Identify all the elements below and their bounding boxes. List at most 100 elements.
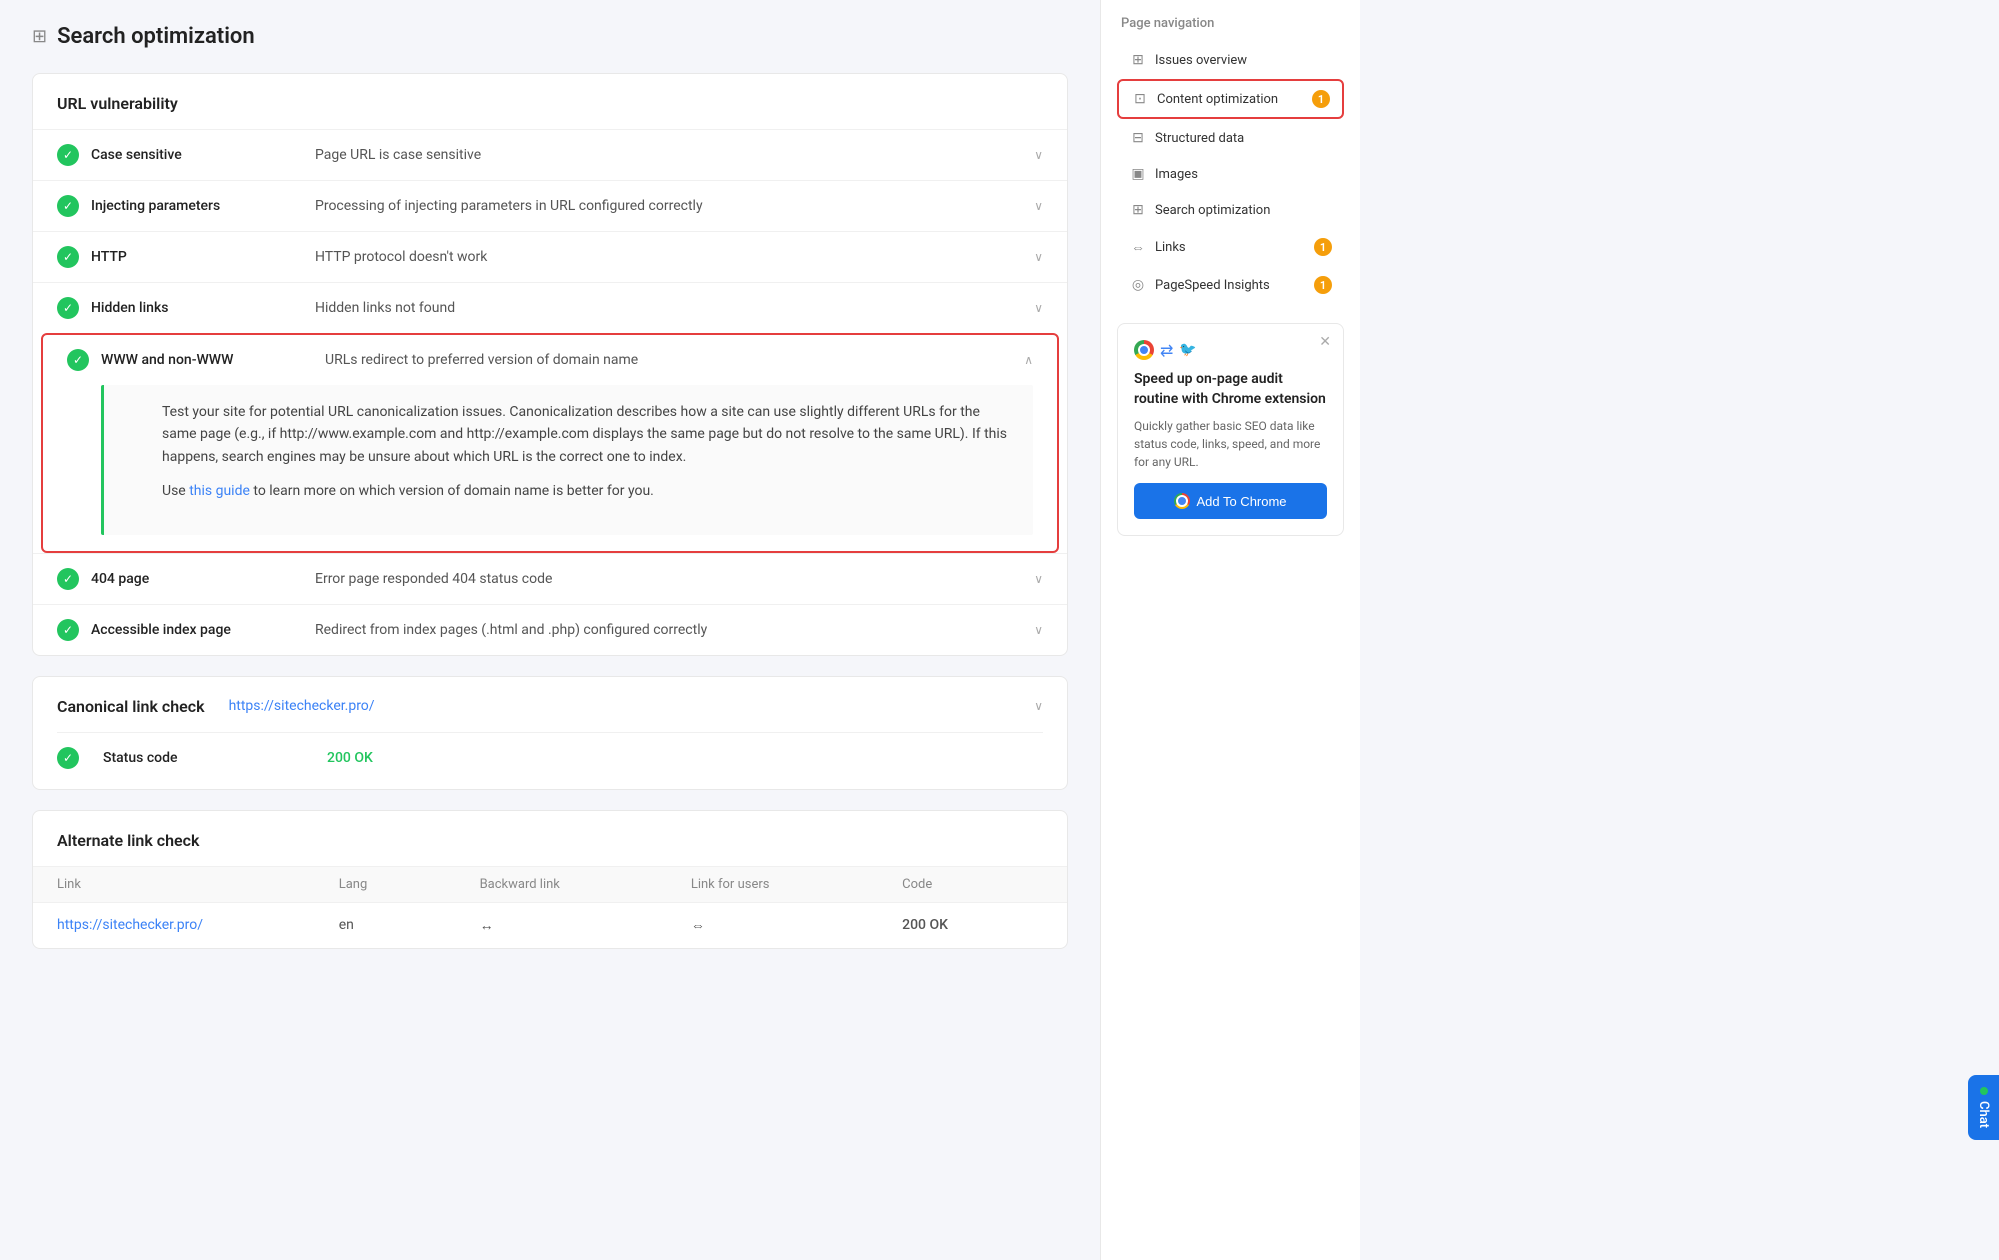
expanded-www-row: ✓ WWW and non-WWW URLs redirect to prefe… — [41, 333, 1059, 553]
nav-label-content-optimization: Content optimization — [1157, 92, 1304, 107]
check-row-accessible-index[interactable]: ✓ Accessible index page Redirect from in… — [33, 604, 1067, 655]
canonical-header: Canonical link check https://sitechecker… — [57, 697, 1043, 716]
col-backward: Backward link — [480, 877, 691, 892]
check-label-accessible-index: Accessible index page — [91, 622, 291, 638]
check-desc-hidden-links: Hidden links not found — [315, 300, 1018, 316]
expanded-content-www: Test your site for potential URL canonic… — [101, 385, 1033, 535]
check-row-hidden-links[interactable]: ✓ Hidden links Hidden links not found ∨ — [33, 282, 1067, 333]
col-code: Code — [902, 877, 1043, 892]
chevron-hidden-links: ∨ — [1018, 301, 1043, 315]
nav-label-pagespeed: PageSpeed Insights — [1155, 278, 1306, 293]
table-row: https://sitechecker.pro/ en ↔ ⇔ 200 OK — [33, 902, 1067, 948]
bird-icon: 🐦 — [1179, 342, 1196, 358]
check-row-injecting[interactable]: ✓ Injecting parameters Processing of inj… — [33, 180, 1067, 231]
check-icon-status-code: ✓ — [57, 747, 79, 769]
content-optimization-badge: 1 — [1312, 90, 1330, 108]
check-icon-case-sensitive: ✓ — [57, 144, 79, 166]
chat-online-dot — [1980, 1087, 1988, 1095]
check-desc-accessible-index: Redirect from index pages (.html and .ph… — [315, 622, 1018, 638]
col-link: Link — [57, 877, 339, 892]
search-optimization-nav-icon: ⊞ — [1129, 202, 1147, 218]
col-for-users: Link for users — [691, 877, 902, 892]
promo-close-button[interactable]: ✕ — [1319, 334, 1331, 350]
nav-item-issues-overview[interactable]: ⊞ Issues overview — [1117, 43, 1344, 77]
alternate-title: Alternate link check — [33, 811, 1067, 866]
add-to-chrome-button[interactable]: Add To Chrome — [1134, 483, 1327, 519]
chrome-btn-icon — [1174, 493, 1190, 509]
images-icon: ▣ — [1129, 166, 1147, 182]
expanded-text-p1: Test your site for potential URL canonic… — [162, 401, 1009, 468]
canonical-url-link[interactable]: https://sitechecker.pro/ — [229, 698, 1019, 714]
page-title: Search optimization — [57, 24, 255, 49]
check-icon-injecting: ✓ — [57, 195, 79, 217]
canonical-status-row: ✓ Status code 200 OK — [57, 732, 1043, 769]
nav-item-search-optimization[interactable]: ⊞ Search optimization — [1117, 193, 1344, 227]
add-to-chrome-label: Add To Chrome — [1196, 494, 1286, 509]
chat-button[interactable]: Chat — [1968, 1075, 1999, 1140]
check-label-www: WWW and non-WWW — [101, 352, 301, 368]
chrome-promo: ✕ ⇄ 🐦 Speed up on-page audit routine wit… — [1117, 323, 1344, 536]
check-label-case-sensitive: Case sensitive — [91, 147, 291, 163]
chevron-case-sensitive: ∨ — [1018, 148, 1043, 162]
nav-item-images[interactable]: ▣ Images — [1117, 157, 1344, 191]
check-label-hidden-links: Hidden links — [91, 300, 291, 316]
nav-label-structured-data: Structured data — [1155, 131, 1332, 146]
canonical-title: Canonical link check — [57, 697, 205, 716]
nav-item-content-optimization[interactable]: ⊡ Content optimization 1 — [1117, 79, 1344, 119]
url-vulnerability-title: URL vulnerability — [33, 74, 1067, 129]
pagespeed-icon: ◎ — [1129, 277, 1147, 293]
nav-item-links[interactable]: ⇔ Links 1 — [1117, 229, 1344, 265]
expanded-text-prefix: Use — [162, 483, 189, 499]
expanded-guide-link[interactable]: this guide — [189, 483, 250, 499]
check-row-404[interactable]: ✓ 404 page Error page responded 404 stat… — [33, 553, 1067, 604]
check-row-case-sensitive[interactable]: ✓ Case sensitive Page URL is case sensit… — [33, 129, 1067, 180]
row-link[interactable]: https://sitechecker.pro/ — [57, 917, 339, 933]
check-icon-hidden-links: ✓ — [57, 297, 79, 319]
check-desc-case-sensitive: Page URL is case sensitive — [315, 147, 1018, 163]
nav-label-search-optimization: Search optimization — [1155, 203, 1332, 218]
links-badge: 1 — [1314, 238, 1332, 256]
url-vulnerability-card: URL vulnerability ✓ Case sensitive Page … — [32, 73, 1068, 656]
check-icon-www: ✓ — [67, 349, 89, 371]
chevron-www: ∧ — [1008, 353, 1033, 367]
chevron-http: ∨ — [1018, 250, 1043, 264]
check-icon-404: ✓ — [57, 568, 79, 590]
promo-logos: ⇄ 🐦 — [1134, 340, 1327, 360]
row-lang: en — [339, 917, 480, 933]
page-header: ⊞ Search optimization — [32, 24, 1068, 49]
nav-title: Page navigation — [1117, 16, 1344, 31]
promo-title: Speed up on-page audit routine with Chro… — [1134, 370, 1327, 409]
chevron-accessible-index: ∨ — [1018, 623, 1043, 637]
chevron-404: ∨ — [1018, 572, 1043, 586]
canonical-status-value: 200 OK — [327, 750, 373, 766]
promo-description: Quickly gather basic SEO data like statu… — [1134, 417, 1327, 471]
check-desc-www: URLs redirect to preferred version of do… — [325, 352, 1008, 368]
chevron-injecting: ∨ — [1018, 199, 1043, 213]
check-row-http[interactable]: ✓ HTTP HTTP protocol doesn't work ∨ — [33, 231, 1067, 282]
pagespeed-badge: 1 — [1314, 276, 1332, 294]
check-label-injecting: Injecting parameters — [91, 198, 291, 214]
issues-overview-icon: ⊞ — [1129, 52, 1147, 68]
nav-item-structured-data[interactable]: ⊟ Structured data — [1117, 121, 1344, 155]
canonical-status-label: Status code — [103, 750, 303, 766]
alternate-table-header: Link Lang Backward link Link for users C… — [33, 866, 1067, 902]
alternate-section: Alternate link check Link Lang Backward … — [32, 810, 1068, 949]
nav-item-pagespeed[interactable]: ◎ PageSpeed Insights 1 — [1117, 267, 1344, 303]
chevron-canonical: ∨ — [1018, 699, 1043, 713]
arrows-icon: ⇄ — [1160, 341, 1173, 360]
check-icon-accessible-index: ✓ — [57, 619, 79, 641]
check-desc-404: Error page responded 404 status code — [315, 571, 1018, 587]
chrome-logo-icon — [1134, 340, 1154, 360]
col-lang: Lang — [339, 877, 480, 892]
search-optimization-icon: ⊞ — [32, 26, 47, 47]
check-desc-injecting: Processing of injecting parameters in UR… — [315, 198, 1018, 214]
check-icon-http: ✓ — [57, 246, 79, 268]
check-row-www[interactable]: ✓ WWW and non-WWW URLs redirect to prefe… — [43, 335, 1057, 385]
check-label-http: HTTP — [91, 249, 291, 265]
chat-label: Chat — [1976, 1101, 1991, 1128]
nav-label-links: Links — [1155, 240, 1306, 255]
check-desc-http: HTTP protocol doesn't work — [315, 249, 1018, 265]
nav-label-images: Images — [1155, 167, 1332, 182]
expanded-text-suffix: to learn more on which version of domain… — [250, 483, 654, 499]
links-icon: ⇔ — [1129, 239, 1147, 256]
